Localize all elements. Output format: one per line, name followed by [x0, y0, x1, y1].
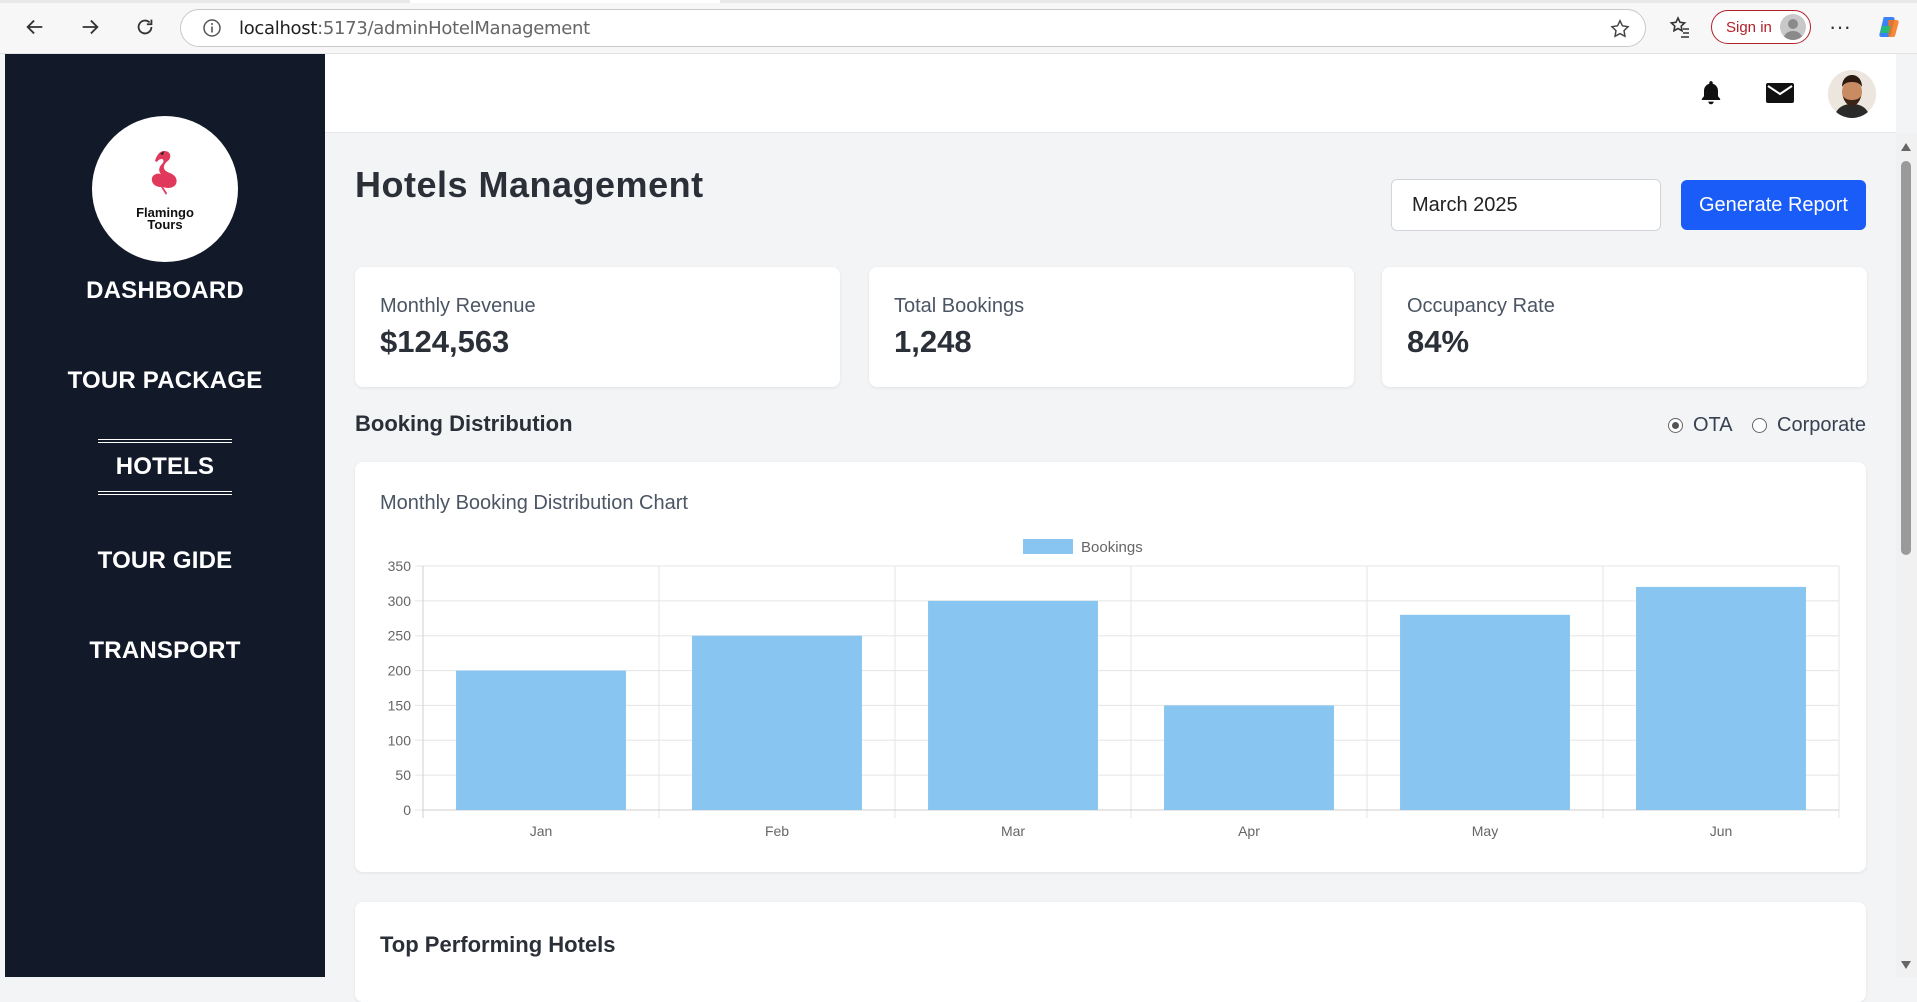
stat-value: 1,248 — [894, 324, 972, 359]
brand-logo[interactable]: Flamingo Tours — [92, 116, 238, 262]
stat-card-revenue: Monthly Revenue $124,563 — [355, 267, 840, 387]
bar-feb — [692, 635, 862, 810]
stat-card-occupancy: Occupancy Rate 84% — [1382, 267, 1867, 387]
favorites-icon[interactable] — [1668, 12, 1696, 42]
booking-distribution-title: Booking Distribution — [355, 411, 573, 436]
bar-may — [1400, 614, 1570, 810]
chart-card: Monthly Booking Distribution Chart 0 50 10… — [355, 462, 1866, 872]
sidebar-item-dashboard[interactable]: DASHBOARD — [5, 277, 325, 305]
mail-icon[interactable] — [1763, 76, 1797, 110]
url-text: localhost:5173/adminHotelManagement — [239, 17, 590, 39]
radio-corporate[interactable]: Corporate — [1752, 414, 1866, 437]
user-avatar[interactable] — [1828, 70, 1876, 118]
reload-icon[interactable] — [130, 12, 160, 42]
radio-button-corporate[interactable] — [1752, 418, 1767, 433]
sidebar-item-tour-gide[interactable]: TOUR GIDE — [5, 547, 325, 575]
brand-name: Flamingo Tours — [136, 205, 194, 232]
address-bar[interactable]: localhost:5173/adminHotelManagement — [180, 9, 1646, 47]
y-tick-label: 200 — [388, 663, 412, 679]
generate-report-button[interactable]: Generate Report — [1681, 180, 1866, 230]
stat-card-bookings: Total Bookings 1,248 — [869, 267, 1354, 387]
y-tick-label: 300 — [388, 593, 412, 609]
sidebar: Flamingo Tours DASHBOARD TOUR PACKAGE HO… — [5, 54, 325, 977]
y-tick-label: 100 — [388, 732, 412, 748]
bar-jan — [456, 670, 626, 810]
sidebar-item-hotels[interactable]: HOTELS — [5, 439, 325, 495]
stat-label: Total Bookings — [894, 295, 1025, 317]
bar-chart: 0 50 100 150 200 250 300 350 Jan Feb Mar Apr May Jun B… — [388, 539, 1840, 839]
bell-icon[interactable] — [1694, 76, 1728, 110]
y-tick-label: 150 — [388, 697, 412, 713]
x-tick-label: Apr — [1238, 823, 1260, 839]
y-tick-label: 350 — [388, 558, 412, 574]
flamingo-icon — [151, 151, 177, 195]
y-tick-label: 50 — [395, 767, 411, 783]
scroll-down-icon[interactable] — [1901, 961, 1911, 969]
x-tick-label: May — [1472, 823, 1498, 839]
month-picker[interactable]: March 2025 — [1391, 179, 1661, 231]
sidebar-item-tour-package[interactable]: TOUR PACKAGE — [5, 367, 325, 395]
sidebar-item-transport[interactable]: TRANSPORT — [5, 637, 325, 665]
stat-value: 84% — [1407, 324, 1470, 359]
bookmark-star-icon[interactable] — [1609, 18, 1631, 40]
x-tick-label: Jan — [530, 823, 553, 839]
top-hotels-card: Top Performing Hotels — [355, 902, 1866, 1002]
top-hotels-title: Top Performing Hotels — [380, 932, 616, 957]
legend-swatch — [1023, 539, 1073, 554]
legend-label: Bookings — [1081, 539, 1143, 556]
y-tick-label: 0 — [403, 802, 411, 818]
active-tab[interactable] — [410, 0, 720, 3]
page-title: Hotels Management — [355, 164, 704, 205]
top-header — [325, 54, 1896, 133]
scrollbar-thumb[interactable] — [1901, 161, 1911, 555]
x-tick-label: Feb — [765, 823, 789, 839]
radio-ota[interactable]: OTA — [1668, 414, 1733, 437]
bar-apr — [1164, 705, 1334, 810]
y-tick-label: 250 — [388, 628, 412, 644]
page-scrollbar[interactable] — [1896, 133, 1917, 977]
sign-in-button[interactable]: Sign in — [1711, 10, 1811, 44]
stat-label: Occupancy Rate — [1407, 295, 1555, 317]
profile-icon — [1780, 14, 1806, 40]
browser-toolbar: localhost:5173/adminHotelManagement Sign… — [0, 0, 1917, 54]
x-tick-label: Jun — [1710, 823, 1733, 839]
forward-icon[interactable] — [75, 12, 105, 42]
stat-label: Monthly Revenue — [380, 295, 536, 317]
bar-mar — [928, 600, 1098, 810]
stat-value: $124,563 — [380, 324, 510, 359]
x-tick-label: Mar — [1001, 823, 1025, 839]
bar-jun — [1636, 586, 1806, 810]
more-menu-icon[interactable]: ··· — [1825, 12, 1855, 42]
scroll-up-icon[interactable] — [1901, 143, 1911, 151]
copilot-icon[interactable] — [1876, 12, 1906, 42]
back-icon[interactable] — [20, 12, 50, 42]
info-icon[interactable] — [201, 17, 223, 39]
radio-button-ota[interactable] — [1668, 418, 1683, 433]
